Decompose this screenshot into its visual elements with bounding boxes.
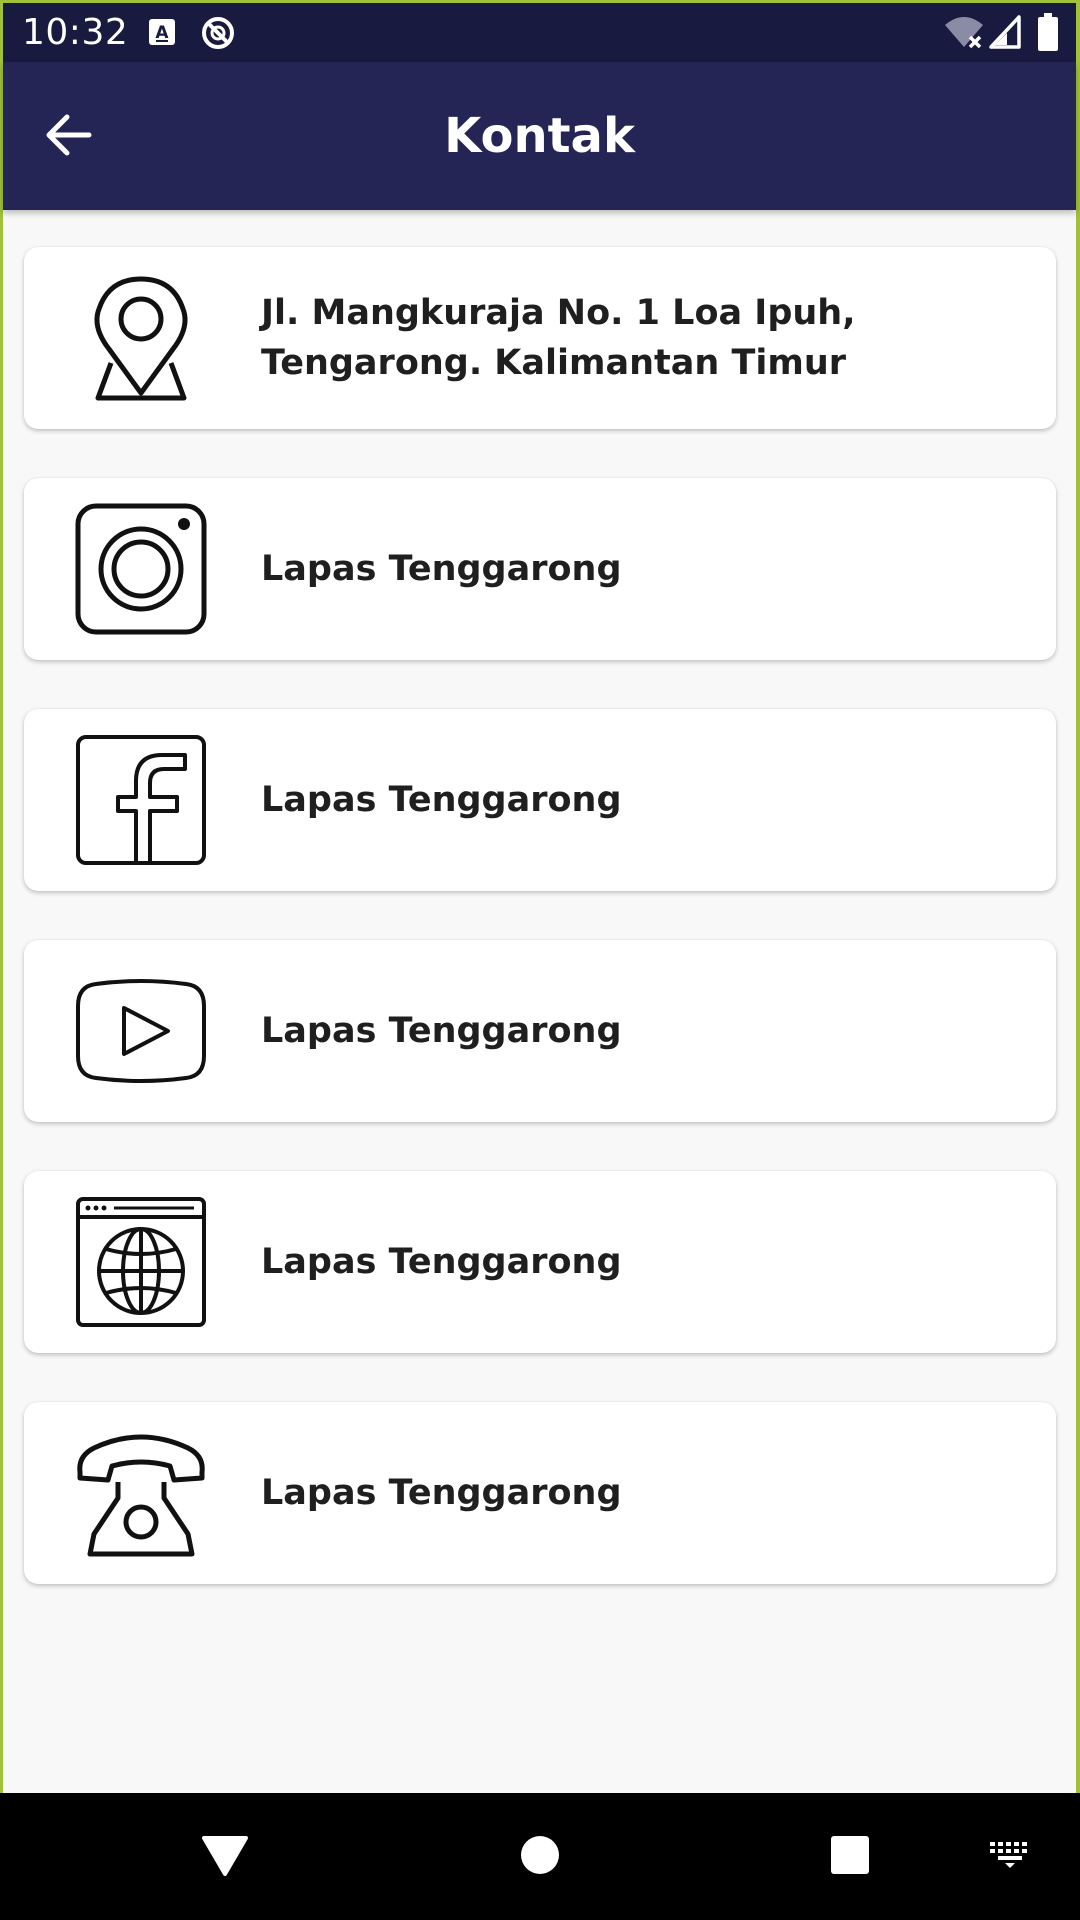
- contact-instagram-text: Lapas Tenggarong: [261, 549, 622, 589]
- status-bar: 10:32 A: [3, 3, 1076, 62]
- nav-keyboard-button[interactable]: [975, 1793, 1045, 1920]
- map-pin-icon: [74, 271, 208, 405]
- nav-recents-button[interactable]: [805, 1793, 895, 1920]
- nav-home-button[interactable]: [495, 1793, 585, 1920]
- contact-facebook-text: Lapas Tenggarong: [261, 780, 622, 820]
- facebook-icon: [74, 733, 208, 867]
- circle-home-icon: [520, 1835, 560, 1879]
- instagram-icon: [74, 502, 208, 636]
- contact-address-text: Jl. Mangkuraja No. 1 Loa Ipuh, Tengarong…: [261, 293, 856, 383]
- youtube-icon: [74, 964, 208, 1098]
- battery-icon: [1037, 12, 1059, 56]
- keyboard-a-notification-icon: A: [147, 17, 177, 51]
- frame-top-edge: [0, 0, 1080, 3]
- triangle-down-icon: [202, 1834, 248, 1880]
- app-bar: Kontak: [3, 62, 1076, 210]
- contact-card-youtube[interactable]: Lapas Tenggarong: [24, 940, 1056, 1122]
- keyboard-icon: [988, 1840, 1032, 1874]
- square-recents-icon: [830, 1835, 870, 1879]
- contact-card-website[interactable]: Lapas Tenggarong: [24, 1171, 1056, 1353]
- data-saver-icon: [199, 14, 237, 56]
- contact-telephone-text: Lapas Tenggarong: [261, 1473, 622, 1513]
- contact-youtube-text: Lapas Tenggarong: [261, 1011, 622, 1051]
- navigation-bar: [0, 1793, 1080, 1920]
- website-globe-icon: [74, 1195, 208, 1329]
- frame-right-edge: [1076, 0, 1080, 1793]
- arrow-left-icon: [43, 112, 93, 162]
- status-time: 10:32: [22, 12, 129, 53]
- contact-card-facebook[interactable]: Lapas Tenggarong: [24, 709, 1056, 891]
- nav-back-button[interactable]: [180, 1793, 270, 1920]
- contact-card-address[interactable]: Jl. Mangkuraja No. 1 Loa Ipuh, Tengarong…: [24, 247, 1056, 429]
- contact-list: Jl. Mangkuraja No. 1 Loa Ipuh, Tengarong…: [3, 210, 1076, 1793]
- page-title: Kontak: [444, 108, 635, 164]
- back-button[interactable]: [33, 102, 103, 172]
- wifi-off-icon: [943, 13, 985, 55]
- frame-left-edge: [0, 0, 3, 1793]
- cell-signal-icon: [989, 13, 1021, 55]
- telephone-icon: [74, 1426, 208, 1560]
- contact-card-instagram[interactable]: Lapas Tenggarong: [24, 478, 1056, 660]
- device-screen: 10:32 A Kontak Jl. Mangkuraja No. 1 Loa …: [0, 0, 1080, 1920]
- contact-website-text: Lapas Tenggarong: [261, 1242, 622, 1282]
- contact-card-telephone[interactable]: Lapas Tenggarong: [24, 1402, 1056, 1584]
